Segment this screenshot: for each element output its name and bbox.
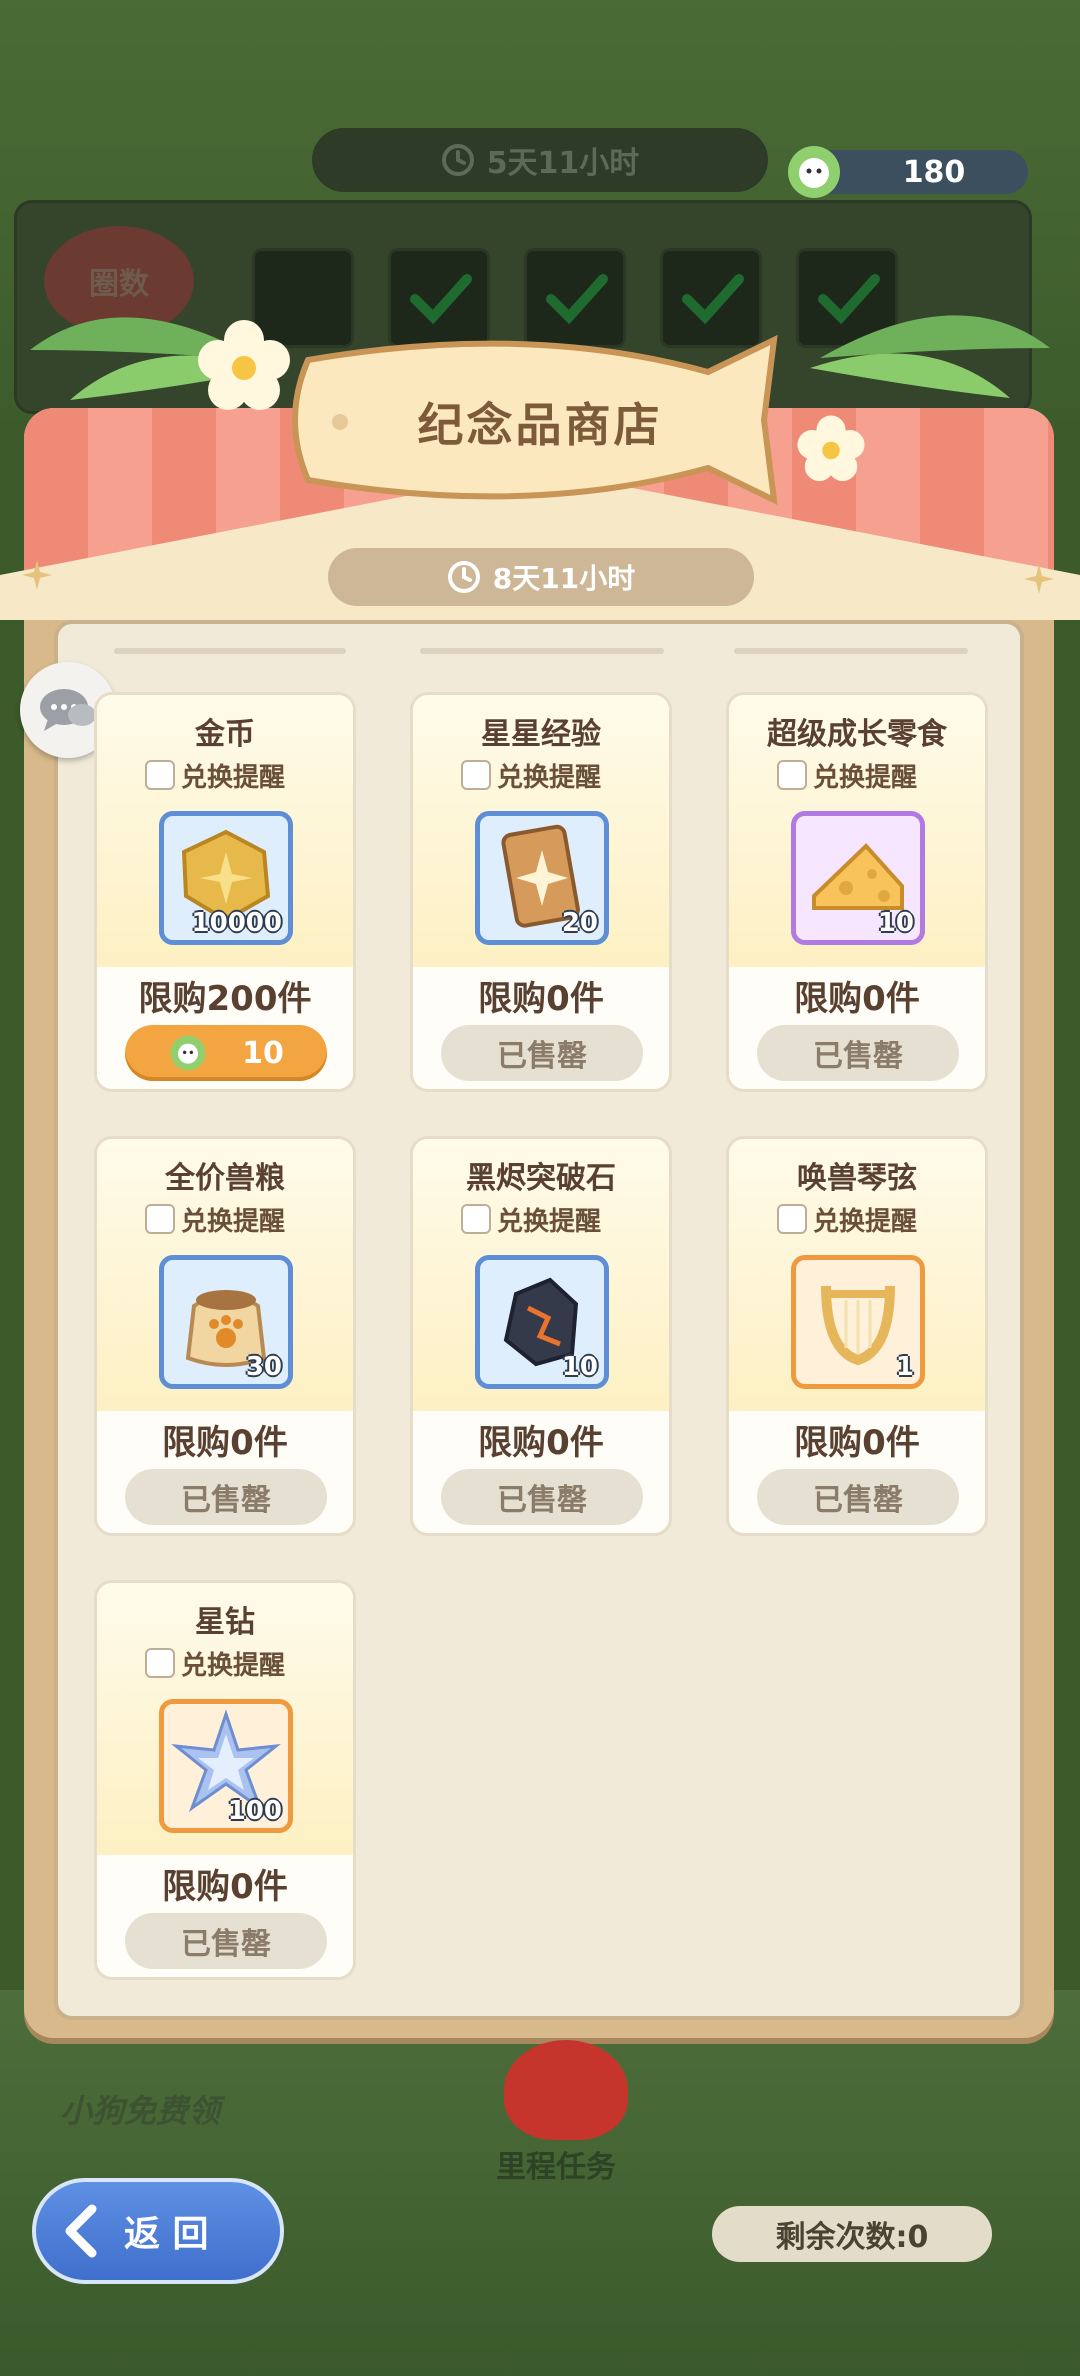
remind-label: 兑换提醒 [497, 762, 602, 793]
clock-icon [441, 144, 474, 176]
purchase-limit: 限购0件 [478, 1423, 604, 1463]
item-quantity: 10 [561, 1352, 598, 1382]
item-icon-frame[interactable]: 30 [159, 1255, 293, 1389]
item-icon-frame[interactable]: 100 [159, 1699, 293, 1833]
remind-label: 兑换提醒 [181, 1206, 286, 1237]
flower-icon [797, 415, 865, 482]
currency-display[interactable]: 180 [788, 146, 1028, 198]
clock-icon [447, 561, 480, 593]
purchase-limit: 限购0件 [478, 979, 604, 1019]
remaining-count: 剩余次数:0 [712, 2206, 992, 2262]
item-name: 星钻 [195, 1605, 255, 1640]
item-name: 金币 [195, 717, 255, 752]
remind-label: 兑换提醒 [813, 1206, 918, 1237]
remind-toggle[interactable]: 兑换提醒 [461, 757, 601, 793]
remind-toggle[interactable]: 兑换提醒 [145, 1645, 285, 1681]
item-icon-frame[interactable]: 10000 [159, 811, 293, 945]
back-arrow-icon [65, 2204, 97, 2258]
shop-item-card[interactable]: 黑烬突破石 兑换提醒 10 限购0件 已售罄 [410, 1136, 672, 1536]
item-name: 全价兽粮 [165, 1161, 285, 1196]
item-icon-frame[interactable]: 10 [475, 1255, 609, 1389]
check-icon [546, 274, 608, 325]
lamb-coin-icon [170, 1035, 206, 1071]
remind-label: 兑换提醒 [181, 762, 286, 793]
sparkle-icon [1024, 564, 1054, 594]
item-quantity: 10000 [191, 908, 282, 938]
back-button[interactable]: 返 回 [32, 2178, 284, 2284]
remind-checkbox[interactable] [145, 1204, 175, 1234]
purchase-limit: 限购200件 [138, 979, 312, 1019]
shop-item-card[interactable]: 星钻 兑换提醒 100 限购0件 已售罄 [94, 1580, 356, 1980]
remind-label: 兑换提醒 [181, 1650, 286, 1681]
lamb-coin-icon [788, 146, 840, 198]
remind-checkbox[interactable] [777, 1204, 807, 1234]
shop-item-card[interactable]: 超级成长零食 兑换提醒 10 限购0件 已售罄 [726, 692, 988, 1092]
sold-out-button: 已售罄 [757, 1025, 959, 1081]
remind-toggle[interactable]: 兑换提醒 [145, 757, 285, 793]
shop-title: 纪念品商店 [417, 398, 663, 452]
remind-toggle[interactable]: 兑换提醒 [145, 1201, 285, 1237]
purchase-limit: 限购0件 [794, 1423, 920, 1463]
item-name: 星星经验 [481, 717, 601, 752]
purchase-limit: 限购0件 [794, 979, 920, 1019]
check-icon [682, 274, 744, 325]
item-quantity: 20 [561, 908, 598, 938]
remind-checkbox[interactable] [145, 1648, 175, 1678]
shop-item-card[interactable]: 星星经验 兑换提醒 20 限购0件 已售罄 [410, 692, 672, 1092]
item-quantity: 10 [877, 908, 914, 938]
shop-timer-text: 8天11小时 [492, 562, 636, 595]
item-name: 唤兽琴弦 [797, 1161, 917, 1196]
back-label: 返 回 [124, 2214, 209, 2255]
sold-out-button: 已售罄 [125, 1469, 327, 1525]
check-icon [410, 274, 472, 325]
sold-out-button: 已售罄 [441, 1469, 643, 1525]
chat-icon [40, 689, 96, 731]
item-quantity: 1 [895, 1352, 914, 1382]
shop-item-card[interactable]: 全价兽粮 兑换提醒 30 限购0件 已售罄 [94, 1136, 356, 1536]
shop-item-card[interactable]: 金币 兑换提醒 10000 限购200件 10 [94, 692, 356, 1092]
item-icon-frame[interactable]: 1 [791, 1255, 925, 1389]
remind-checkbox[interactable] [461, 760, 491, 790]
shelf-divider [114, 648, 346, 654]
purchase-limit: 限购0件 [162, 1423, 288, 1463]
flower-icon [198, 320, 290, 410]
sold-out-button: 已售罄 [125, 1913, 327, 1969]
buy-price: 10 [242, 1035, 284, 1071]
remind-label: 兑换提醒 [497, 1206, 602, 1237]
item-icon-frame[interactable]: 20 [475, 811, 609, 945]
purchase-limit: 限购0件 [162, 1867, 288, 1907]
item-quantity: 100 [227, 1796, 282, 1826]
item-name: 超级成长零食 [767, 717, 947, 752]
item-quantity: 30 [245, 1352, 282, 1382]
leaf-decoration-icon [810, 315, 1050, 398]
shelf-divider [734, 648, 968, 654]
event-timer: 5天11小时 [312, 128, 768, 192]
mileage-task-label[interactable]: 里程任务 [496, 2142, 616, 2186]
sold-out-button: 已售罄 [757, 1469, 959, 1525]
mileage-task-icon[interactable] [504, 2040, 628, 2140]
currency-amount: 180 [902, 154, 966, 190]
item-name: 黑烬突破石 [466, 1161, 616, 1196]
remind-checkbox[interactable] [777, 760, 807, 790]
shelf-divider [420, 648, 664, 654]
sparkle-icon [22, 560, 52, 590]
shop-item-card[interactable]: 唤兽琴弦 兑换提醒 1 限购0件 已售罄 [726, 1136, 988, 1536]
shop-timer: 8天11小时 [328, 548, 754, 606]
event-timer-text: 5天11小时 [486, 146, 640, 181]
free-dog-label[interactable]: 小狗免费领 [60, 2086, 220, 2132]
remind-label: 兑换提醒 [813, 762, 918, 793]
remind-toggle[interactable]: 兑换提醒 [777, 757, 917, 793]
remind-checkbox[interactable] [461, 1204, 491, 1234]
item-icon-frame[interactable]: 10 [791, 811, 925, 945]
remind-checkbox[interactable] [145, 760, 175, 790]
sold-out-button: 已售罄 [441, 1025, 643, 1081]
buy-button[interactable]: 10 [125, 1025, 327, 1081]
remind-toggle[interactable]: 兑换提醒 [461, 1201, 601, 1237]
remind-toggle[interactable]: 兑换提醒 [777, 1201, 917, 1237]
